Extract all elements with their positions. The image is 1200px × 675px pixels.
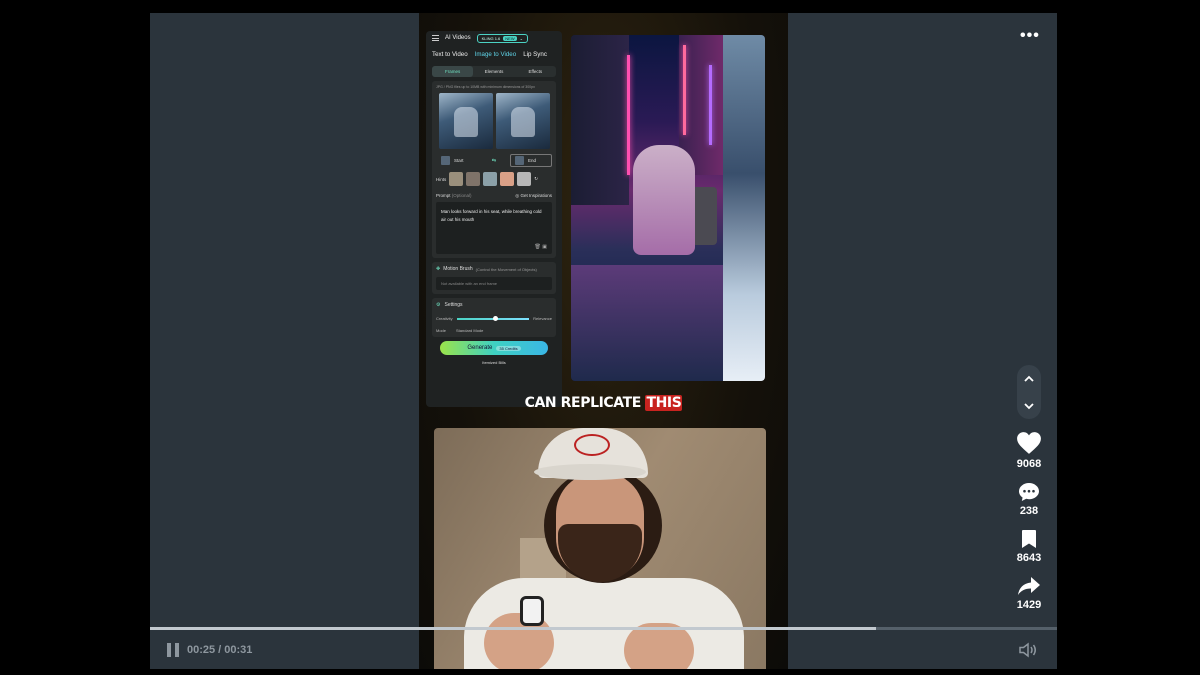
model-name: KLING 1.6 xyxy=(481,35,501,41)
hint-thumb xyxy=(466,172,481,186)
speaker-icon xyxy=(1019,642,1036,658)
more-options-button[interactable]: ••• xyxy=(1020,27,1040,45)
prompt-text: Man looks forward in his seat, while bre… xyxy=(441,209,542,222)
end-frame-image xyxy=(495,93,550,149)
subtab-frames: Frames xyxy=(432,66,474,77)
start-frame-button: Start xyxy=(436,154,478,167)
caption-highlight: THIS xyxy=(645,395,683,411)
lightbulb-icon: ◎ xyxy=(515,193,520,198)
bookmark-icon xyxy=(1021,530,1036,548)
settings-title: Settings xyxy=(444,302,463,308)
hints-row: Hints ↻ xyxy=(436,172,552,186)
prompt-label: Prompt xyxy=(436,193,451,198)
move-icon: ✥ xyxy=(436,266,441,272)
prompt-label-group: Prompt (Optional) xyxy=(436,193,472,199)
mode-tabs: Text to Video Image to Video Lip Sync xyxy=(426,45,562,62)
prompt-textarea: Man looks forward in his seat, while bre… xyxy=(436,202,552,254)
comment-count: 238 xyxy=(1019,505,1039,517)
tab-lip-sync: Lip Sync xyxy=(523,51,547,58)
frames-card: JPG / PNG files up to 10MB with minimum … xyxy=(432,81,556,258)
chevron-up-icon xyxy=(1024,375,1034,382)
inspirations-link: ◎ Get Inspirations xyxy=(515,193,552,199)
slider-knob xyxy=(492,315,498,321)
volume-button[interactable] xyxy=(1019,642,1037,663)
hint-thumb xyxy=(449,172,464,186)
duration: 00:31 xyxy=(224,644,253,656)
motion-brush-title: Motion Brush xyxy=(443,266,473,272)
progress-bar[interactable] xyxy=(150,627,1057,630)
hints-label: Hints xyxy=(436,176,447,182)
motion-brush-card: ✥ Motion Brush (Control the Movement of … xyxy=(432,262,556,294)
start-label: Start xyxy=(454,158,464,163)
progress-fill xyxy=(150,627,876,630)
swap-icon: ⇆ xyxy=(491,157,497,164)
generate-label: Generate xyxy=(467,345,493,351)
tab-image-to-video: Image to Video xyxy=(474,51,517,58)
app-panel: AI Videos KLING 1.6 NEW ⌄ Text to Video … xyxy=(426,31,562,407)
player-controls: 00:25 / 00:31 xyxy=(150,639,1057,663)
trash-icon: 🗑 ▣ xyxy=(534,244,547,250)
heart-icon xyxy=(1017,432,1041,454)
relevance-label: Relevance xyxy=(533,316,552,321)
like-count: 9068 xyxy=(1016,458,1042,470)
app-title: AI Videos xyxy=(445,35,471,41)
hint-thumb xyxy=(517,172,532,186)
creator-camera-feed xyxy=(434,428,766,669)
creativity-slider: Creativity Relevance xyxy=(436,315,552,321)
sub-tabs: Frames Elements Effects xyxy=(432,66,556,77)
mode-value: Standard Mode xyxy=(456,328,484,333)
next-video-button[interactable] xyxy=(1022,399,1036,413)
save-count: 8643 xyxy=(1016,552,1042,564)
time-separator: / xyxy=(218,644,222,656)
generate-button: Generate 35 Credits xyxy=(440,341,548,355)
caption-text: CAN REPLICATE xyxy=(524,395,642,411)
creativity-label: Creativity xyxy=(436,316,453,321)
menu-icon xyxy=(432,35,439,41)
share-icon xyxy=(1017,577,1040,595)
credits-badge: 35 Credits xyxy=(496,345,521,351)
inspirations-label: Get Inspirations xyxy=(520,193,552,198)
end-thumb xyxy=(514,156,524,165)
tab-text-to-video: Text to Video xyxy=(432,51,468,58)
time-display: 00:25 / 00:31 xyxy=(187,644,252,656)
previous-video-button[interactable] xyxy=(1022,372,1036,386)
video-nav xyxy=(1017,365,1041,419)
generated-city-image xyxy=(571,35,765,381)
hint-thumb xyxy=(500,172,515,186)
current-time: 00:25 xyxy=(187,644,216,656)
motion-brush-sub: (Control the Movement of Objects) xyxy=(475,266,537,272)
new-badge: NEW xyxy=(503,35,517,41)
pause-button[interactable] xyxy=(167,643,179,657)
settings-card: ⚙ Settings Creativity Relevance Mode Sta… xyxy=(432,298,556,337)
comment-icon xyxy=(1019,483,1039,501)
prompt-optional: (Optional) xyxy=(451,193,472,198)
refresh-icon: ↻ xyxy=(534,176,539,181)
video-stage[interactable]: AI Videos KLING 1.6 NEW ⌄ Text to Video … xyxy=(150,13,1057,669)
share-button[interactable]: 1429 xyxy=(1017,576,1041,611)
video-frame[interactable]: AI Videos KLING 1.6 NEW ⌄ Text to Video … xyxy=(419,13,788,669)
subtab-effects: Effects xyxy=(528,69,543,74)
motion-brush-field: Not available with an end frame xyxy=(436,277,552,290)
video-caption: CAN REPLICATE THIS xyxy=(419,395,788,411)
start-thumb xyxy=(441,156,450,165)
like-button[interactable]: 9068 xyxy=(1016,431,1042,470)
action-rail: 9068 238 8643 1429 xyxy=(1016,365,1042,611)
share-count: 1429 xyxy=(1016,599,1042,611)
save-button[interactable]: 8643 xyxy=(1017,529,1041,564)
settings-icon: ⚙ xyxy=(436,302,441,308)
upload-hint: JPG / PNG files up to 10MB with minimum … xyxy=(436,85,535,89)
mode-label: Mode xyxy=(436,328,447,333)
itemized-bills: Itemized Bills xyxy=(482,360,506,365)
comment-button[interactable]: 238 xyxy=(1018,482,1040,517)
end-label: End xyxy=(527,158,536,163)
subtab-elements: Elements xyxy=(484,69,504,74)
start-frame-image xyxy=(438,93,493,149)
chevron-down-icon: ⌄ xyxy=(519,35,523,41)
chevron-down-icon xyxy=(1024,402,1034,409)
model-selector: KLING 1.6 NEW ⌄ xyxy=(476,33,528,43)
hint-thumb xyxy=(483,172,498,186)
end-frame-button: End xyxy=(509,154,552,167)
